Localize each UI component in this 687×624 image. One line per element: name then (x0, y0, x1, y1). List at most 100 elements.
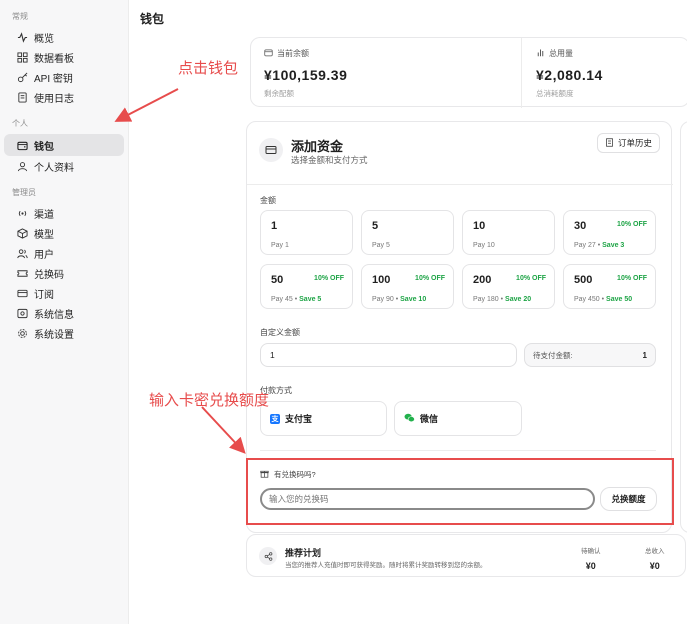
card-icon (16, 287, 28, 299)
ticket-icon (16, 267, 28, 279)
annotation-click-wallet: 点击钱包 (178, 60, 239, 77)
add-funds-title: 添加资金 (291, 139, 344, 154)
discount-badge: 10% OFF (415, 275, 445, 282)
pending-value: ¥0 (585, 561, 596, 571)
gift-icon (260, 469, 269, 480)
divider (260, 450, 656, 451)
usage-sub: 总消耗额度 (536, 89, 574, 98)
user-icon (16, 160, 28, 172)
sidebar-item-overview[interactable]: 概览 (4, 27, 124, 47)
server-icon (16, 307, 28, 319)
sidebar-item-redeem-codes[interactable]: 兑换码 (4, 263, 124, 283)
sidebar-item-label: 模型 (34, 229, 54, 241)
bar-chart-icon (536, 48, 545, 59)
annotation-enter-code: 输入卡密兑换额度 (149, 392, 270, 409)
sidebar-item-usage-logs[interactable]: 使用日志 (4, 87, 124, 107)
sidebar-item-system-info[interactable]: 系统信息 (4, 303, 124, 323)
sidebar-section-label: 管理员 (12, 188, 36, 197)
to-pay-display: 待支付金额: 1 (524, 343, 656, 367)
amount-pay: Pay 27 • Save 3 (574, 242, 625, 249)
sidebar-item-label: 使用日志 (34, 93, 74, 105)
redeem-button[interactable]: 兑换额度 (600, 487, 657, 511)
amount-label: 金额 (260, 196, 276, 205)
amount-value: 100 (372, 274, 391, 286)
referral-card: 推荐计划 当您的推荐人充值时即可获得奖励。随时将累计奖励转移到您的余额。 待确认… (246, 534, 686, 577)
amount-option[interactable]: 200 10% OFF Pay 180 • Save 20 (462, 264, 555, 309)
amount-value: 500 (574, 274, 593, 286)
sidebar-item-profile[interactable]: 个人资料 (4, 156, 124, 176)
amount-pay: Pay 450 • Save 50 (574, 296, 633, 303)
redeem-placeholder: 输入您的兑换码 (269, 494, 329, 504)
amount-pay: Pay 5 (372, 242, 390, 249)
sidebar-section-label: 常规 (12, 12, 28, 21)
referral-pending: 待确认 ¥0 (581, 545, 601, 571)
sidebar-item-api-keys[interactable]: API 密钥 (4, 67, 124, 87)
sidebar-item-label: 系统信息 (34, 309, 74, 321)
referral-desc: 当您的推荐人充值时即可获得奖励。随时将累计奖励转移到您的余额。 (285, 562, 487, 569)
redeem-label-row: 有兑换码吗? (260, 469, 316, 480)
side-card (680, 121, 687, 533)
alipay-label: 支付宝 (285, 414, 313, 424)
main-content: 钱包 当前余额 ¥100,159.39 剩余配额 总用量 ¥2,080.14 总… (130, 0, 687, 624)
to-pay-value: 1 (642, 350, 647, 360)
amount-option[interactable]: 100 10% OFF Pay 90 • Save 10 (361, 264, 454, 309)
gear-icon (16, 327, 28, 339)
sidebar-section-label: 个人 (12, 119, 28, 128)
amount-option[interactable]: 50 10% OFF Pay 45 • Save 5 (260, 264, 353, 309)
amount-option[interactable]: 10 Pay 10 (462, 210, 555, 255)
wallet-icon (264, 48, 273, 59)
discount-badge: 10% OFF (314, 275, 344, 282)
usage-value: ¥2,080.14 (536, 67, 603, 83)
divider (521, 38, 522, 108)
sidebar-item-label: 兑换码 (34, 269, 64, 281)
amount-option[interactable]: 30 10% OFF Pay 27 • Save 3 (563, 210, 656, 255)
balance-stat: 当前余额 ¥100,159.39 剩余配额 (264, 48, 347, 99)
sidebar-item-label: 订阅 (34, 289, 54, 301)
sidebar-item-label: 用户 (34, 249, 54, 261)
custom-amount-input[interactable]: 1 (260, 343, 517, 367)
wallet-icon (16, 139, 28, 151)
referral-title: 推荐计划 (285, 548, 322, 558)
amount-pay: Pay 90 • Save 10 (372, 296, 427, 303)
stats-card: 当前余额 ¥100,159.39 剩余配额 总用量 ¥2,080.14 总消耗额… (250, 37, 687, 108)
wechat-pay-button[interactable]: 微信 (394, 401, 522, 436)
sidebar-item-label: 钱包 (34, 141, 54, 153)
amount-pay: Pay 1 (271, 242, 289, 249)
amount-option[interactable]: 5 Pay 5 (361, 210, 454, 255)
amount-pay: Pay 180 • Save 20 (473, 296, 532, 303)
sidebar-item-models[interactable]: 模型 (4, 223, 124, 243)
order-history-button[interactable]: 订单历史 (597, 133, 661, 153)
balance-sub: 剩余配额 (264, 89, 294, 98)
key-icon (16, 71, 28, 83)
sidebar-item-system-settings[interactable]: 系统设置 (4, 323, 124, 343)
wechat-label: 微信 (420, 414, 439, 424)
sidebar-item-label: 系统设置 (34, 329, 74, 341)
amount-value: 1 (271, 220, 278, 232)
amount-value: 50 (271, 274, 284, 286)
sidebar-item-label: API 密钥 (34, 73, 73, 85)
amount-value: 5 (372, 220, 379, 232)
alipay-button[interactable]: 支 支付宝 (260, 401, 387, 436)
amount-value: 200 (473, 274, 492, 286)
amount-option[interactable]: 500 10% OFF Pay 450 • Save 50 (563, 264, 656, 309)
pending-label: 待确认 (581, 548, 601, 555)
amount-option[interactable]: 1 Pay 1 (260, 210, 353, 255)
order-history-label: 订单历史 (618, 138, 653, 148)
redeem-label: 有兑换码吗? (274, 470, 316, 479)
amount-pay: Pay 45 • Save 5 (271, 296, 322, 303)
total-value: ¥0 (649, 561, 660, 571)
custom-amount-label: 自定义金额 (260, 328, 300, 337)
users-icon (16, 247, 28, 259)
sidebar-item-wallet[interactable]: 钱包 (4, 134, 124, 156)
activity-icon (16, 31, 28, 43)
balance-label: 当前余额 (277, 49, 309, 58)
dashboard-grid-icon (16, 51, 28, 63)
amount-value: 10 (473, 220, 486, 232)
sidebar-item-users[interactable]: 用户 (4, 243, 124, 263)
redeem-code-input[interactable]: 输入您的兑换码 (260, 488, 595, 510)
sidebar-item-label: 数据看板 (34, 53, 74, 65)
sidebar-item-subscriptions[interactable]: 订阅 (4, 283, 124, 303)
to-pay-label: 待支付金额: (533, 350, 573, 360)
sidebar-item-dashboard[interactable]: 数据看板 (4, 47, 124, 67)
sidebar-item-channels[interactable]: 渠道 (4, 203, 124, 223)
